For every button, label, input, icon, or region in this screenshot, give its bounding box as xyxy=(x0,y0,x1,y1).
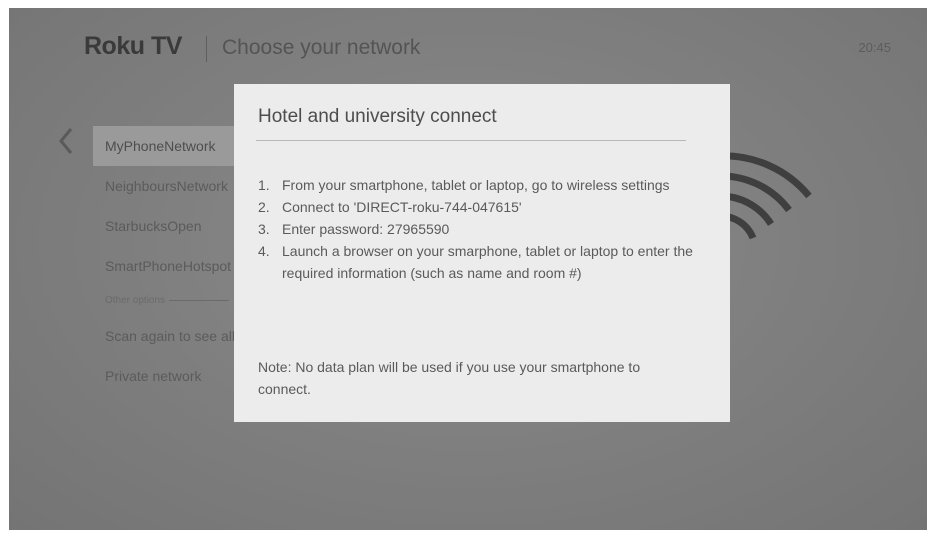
back-chevron-icon[interactable] xyxy=(57,126,77,156)
page-title: Choose your network xyxy=(222,36,421,59)
instruction-step: 1. From your smartphone, tablet or lapto… xyxy=(258,174,708,196)
roku-tv-logo: Roku TV xyxy=(84,32,182,60)
step-text: Launch a browser on your smarphone, tabl… xyxy=(282,243,693,281)
dialog-divider xyxy=(256,140,686,141)
instruction-steps: 1. From your smartphone, tablet or lapto… xyxy=(258,174,708,284)
wifi-icon xyxy=(718,152,812,240)
step-number: 1. xyxy=(258,177,270,193)
step-text: Enter password: 27965590 xyxy=(282,221,450,237)
instruction-step: 4. Launch a browser on your smarphone, t… xyxy=(258,240,708,284)
step-text: Connect to 'DIRECT-roku-744-047615' xyxy=(282,199,522,215)
step-number: 3. xyxy=(258,221,270,237)
clock: 20:45 xyxy=(858,40,891,55)
dialog-note: Note: No data plan will be used if you u… xyxy=(258,359,641,397)
step-text: From your smartphone, tablet or laptop, … xyxy=(282,177,670,193)
header-divider xyxy=(206,36,207,62)
step-number: 4. xyxy=(258,243,270,259)
dialog-title: Hotel and university connect xyxy=(258,106,497,127)
instruction-step: 2. Connect to 'DIRECT-roku-744-047615' xyxy=(258,196,708,218)
hotel-university-dialog: Hotel and university connect 1. From you… xyxy=(234,84,730,422)
instruction-step: 3. Enter password: 27965590 xyxy=(258,218,708,240)
step-number: 2. xyxy=(258,199,270,215)
